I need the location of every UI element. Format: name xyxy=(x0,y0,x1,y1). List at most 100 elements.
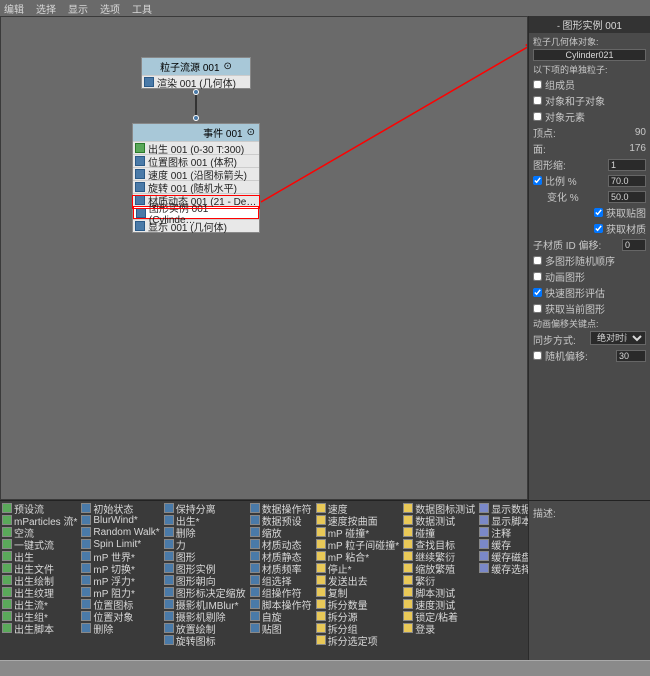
rand-spinner[interactable]: 30 xyxy=(616,350,646,362)
menubar: 编辑 选择 显示 选项 工具 xyxy=(0,0,650,16)
menu-tools[interactable]: 工具 xyxy=(132,1,152,16)
depot-icon xyxy=(316,515,326,525)
depot-icon xyxy=(316,611,326,621)
depot-icon xyxy=(403,515,413,525)
chk-children[interactable]: 对象和子对象 xyxy=(533,93,646,108)
depot-icon xyxy=(250,539,260,549)
depot-icon xyxy=(250,587,260,597)
depot-item[interactable]: 初始状态 xyxy=(81,502,159,514)
flow-source-title[interactable]: 粒子流源 001 ⊙ xyxy=(142,58,250,75)
status-bar xyxy=(0,660,650,676)
flow-canvas[interactable]: 粒子流源 001 ⊙ 渲染 001 (几何体) 事件 001 ⊙ 出生 001 … xyxy=(0,16,528,500)
depot-col-1: 初始状态BlurWind*Random Walk*Spin Limit*mP 世… xyxy=(79,501,161,660)
depot-item[interactable]: 锁定/粘着 xyxy=(403,610,475,622)
depot-col-6: 显示数据显示脚本*注释缓存缓存磁盘缓存选择性 xyxy=(477,501,528,660)
chk-cur[interactable]: 获取当前图形 xyxy=(533,301,646,316)
chk-map[interactable]: 获取贴图 xyxy=(533,205,646,220)
depot-icon xyxy=(2,515,12,525)
depot-icon xyxy=(2,587,12,597)
depot-col-5: 数据图标测试数据测试碰撞查找目标继续繁衍缩放繁殖繁衍脚本测试速度测试锁定/粘着登… xyxy=(401,501,477,660)
depot-item[interactable]: 贴图 xyxy=(250,622,312,634)
depot-icon xyxy=(81,527,91,537)
sync-label: 同步方式: xyxy=(533,332,576,347)
depot-icon xyxy=(81,563,91,573)
depot-icon xyxy=(164,515,174,525)
vert-value: 90 xyxy=(635,127,646,138)
chk-fast[interactable]: 快速图形评估 xyxy=(533,285,646,300)
op-icon xyxy=(135,156,145,166)
connection-line xyxy=(195,95,197,117)
chk-scale[interactable]: 比例 % xyxy=(533,173,577,188)
desc-panel: 描述: xyxy=(528,501,650,660)
menu-select[interactable]: 选择 xyxy=(36,1,56,16)
depot-item[interactable]: 拆分选定项 xyxy=(316,634,400,646)
op-icon xyxy=(136,208,146,218)
depot-icon xyxy=(164,575,174,585)
sync-select[interactable]: 绝对时间 xyxy=(590,331,646,345)
event-op-0[interactable]: 出生 001 (0-30 T:300) xyxy=(133,141,259,154)
depot-icon xyxy=(403,599,413,609)
event-op-5[interactable]: 图形实例 001 (Cylinde… xyxy=(133,206,259,219)
depot-icon xyxy=(403,611,413,621)
depot-col-0: 预设流mParticles 流*空流一键式流出生出生文件出生绘制出生纹理出生流*… xyxy=(0,501,79,660)
input-port[interactable] xyxy=(193,115,199,121)
event-op-3[interactable]: 旋转 001 (随机水平) xyxy=(133,180,259,193)
depot-icon xyxy=(81,515,91,525)
menu-options[interactable]: 选项 xyxy=(100,1,120,16)
chk-rand[interactable]: 随机偏移: xyxy=(533,348,588,363)
depot-icon xyxy=(81,575,91,585)
desc-label: 描述: xyxy=(533,509,556,520)
depot-icon xyxy=(403,539,413,549)
op-icon xyxy=(135,182,145,192)
flow-source-node[interactable]: 粒子流源 001 ⊙ 渲染 001 (几何体) xyxy=(141,57,251,89)
depot-icon xyxy=(81,503,91,513)
depot-icon xyxy=(2,503,12,513)
depot-icon xyxy=(81,611,91,621)
depot-item[interactable]: 缓存选择性 xyxy=(479,562,528,574)
submat-spinner[interactable]: 0 xyxy=(622,239,646,251)
depot-icon xyxy=(316,551,326,561)
event-op-1[interactable]: 位置图标 001 (体积) xyxy=(133,154,259,167)
depot-icon xyxy=(479,527,489,537)
depot-item[interactable]: 旋转图标 xyxy=(164,634,246,646)
flow-render-op[interactable]: 渲染 001 (几何体) xyxy=(142,75,250,88)
event-title[interactable]: 事件 001 ⊙ xyxy=(133,124,259,141)
chk-elements[interactable]: 对象元素 xyxy=(533,109,646,124)
depot-icon xyxy=(250,503,260,513)
depot-icon xyxy=(250,563,260,573)
depot-icon xyxy=(164,587,174,597)
depot-icon xyxy=(403,623,413,633)
depot-icon xyxy=(479,551,489,561)
anim-offset-label: 动画偏移关键点: xyxy=(533,317,646,330)
depot-icon xyxy=(479,539,489,549)
depot-icon xyxy=(2,563,12,573)
scale-spinner[interactable]: 70.0 xyxy=(608,175,646,187)
shape-spinner[interactable]: 1 xyxy=(608,159,646,171)
chk-multi[interactable]: 多图形随机顺序 xyxy=(533,253,646,268)
depot: 预设流mParticles 流*空流一键式流出生出生文件出生绘制出生纹理出生流*… xyxy=(0,500,650,660)
obj-picker[interactable]: Cylinder021 xyxy=(533,49,646,61)
depot-icon xyxy=(164,539,174,549)
depot-icon xyxy=(81,539,91,549)
chk-anim[interactable]: 动画图形 xyxy=(533,269,646,284)
depot-icon xyxy=(316,503,326,513)
depot-icon xyxy=(81,587,91,597)
menu-edit[interactable]: 编辑 xyxy=(4,1,24,16)
depot-icon xyxy=(2,527,12,537)
menu-display[interactable]: 显示 xyxy=(68,1,88,16)
sep-label: 以下项的单独粒子: xyxy=(533,63,646,76)
depot-icon xyxy=(316,599,326,609)
event-op-2[interactable]: 速度 001 (沿图标箭头) xyxy=(133,167,259,180)
depot-item[interactable]: 删除 xyxy=(81,622,159,634)
depot-item[interactable]: Random Walk* xyxy=(81,526,159,538)
event-node[interactable]: 事件 001 ⊙ 出生 001 (0-30 T:300)位置图标 001 (体积… xyxy=(132,123,260,233)
chk-group[interactable]: 组成员 xyxy=(533,77,646,92)
var-spinner[interactable]: 50.0 xyxy=(608,191,646,203)
obj-label: 粒子几何体对象: xyxy=(533,35,646,48)
face-label: 面: xyxy=(533,141,546,156)
depot-item[interactable]: 出生脚本 xyxy=(2,622,77,634)
depot-item[interactable]: 缩放繁殖 xyxy=(403,562,475,574)
depot-item[interactable]: 登录 xyxy=(403,622,475,634)
op-icon xyxy=(135,169,145,179)
chk-mat[interactable]: 获取材质 xyxy=(533,221,646,236)
